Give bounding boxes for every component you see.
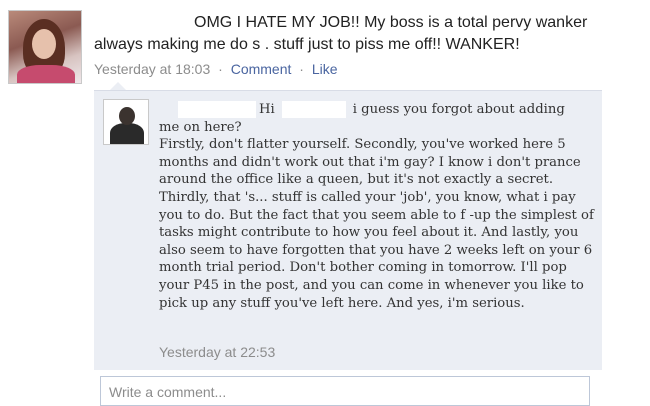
status-text: OMG I HATE MY JOB!! My boss is a total p… [94,12,642,56]
comment-timestamp[interactable]: Yesterday at 22:53 [159,344,275,360]
status-line-1: OMG I HATE MY JOB!! My boss is a total p… [194,14,588,31]
avatar-body [110,123,144,144]
comment-paragraph: me on here? [159,119,242,135]
post-meta: Yesterday at 18:03 · Comment · Like [94,61,338,77]
poster-avatar[interactable] [8,10,82,84]
redacted-name-block [282,101,346,118]
meta-separator: · [218,61,223,77]
comment-link[interactable]: Comment [231,61,292,77]
avatar-shirt [17,65,75,83]
like-link[interactable]: Like [312,61,338,77]
comment-body: Hi i guess you forgot about adding me on … [159,101,597,312]
meta-separator: · [299,61,304,77]
avatar-head [119,107,135,125]
commenter-avatar[interactable] [103,99,149,145]
comment-pointer [110,82,126,90]
post-timestamp[interactable]: Yesterday at 18:03 [94,61,210,77]
avatar-face [32,29,56,59]
comment-paragraph: Firstly, don't flatter yourself. Secondl… [159,137,594,311]
greeting-hi: Hi [259,102,275,117]
greeting-rest: i guess you forgot about adding [352,102,565,117]
status-line-2: always making me do s . stuff just to pi… [94,36,520,53]
write-comment-input[interactable]: Write a comment... [100,376,590,406]
redacted-name-block [178,101,256,118]
